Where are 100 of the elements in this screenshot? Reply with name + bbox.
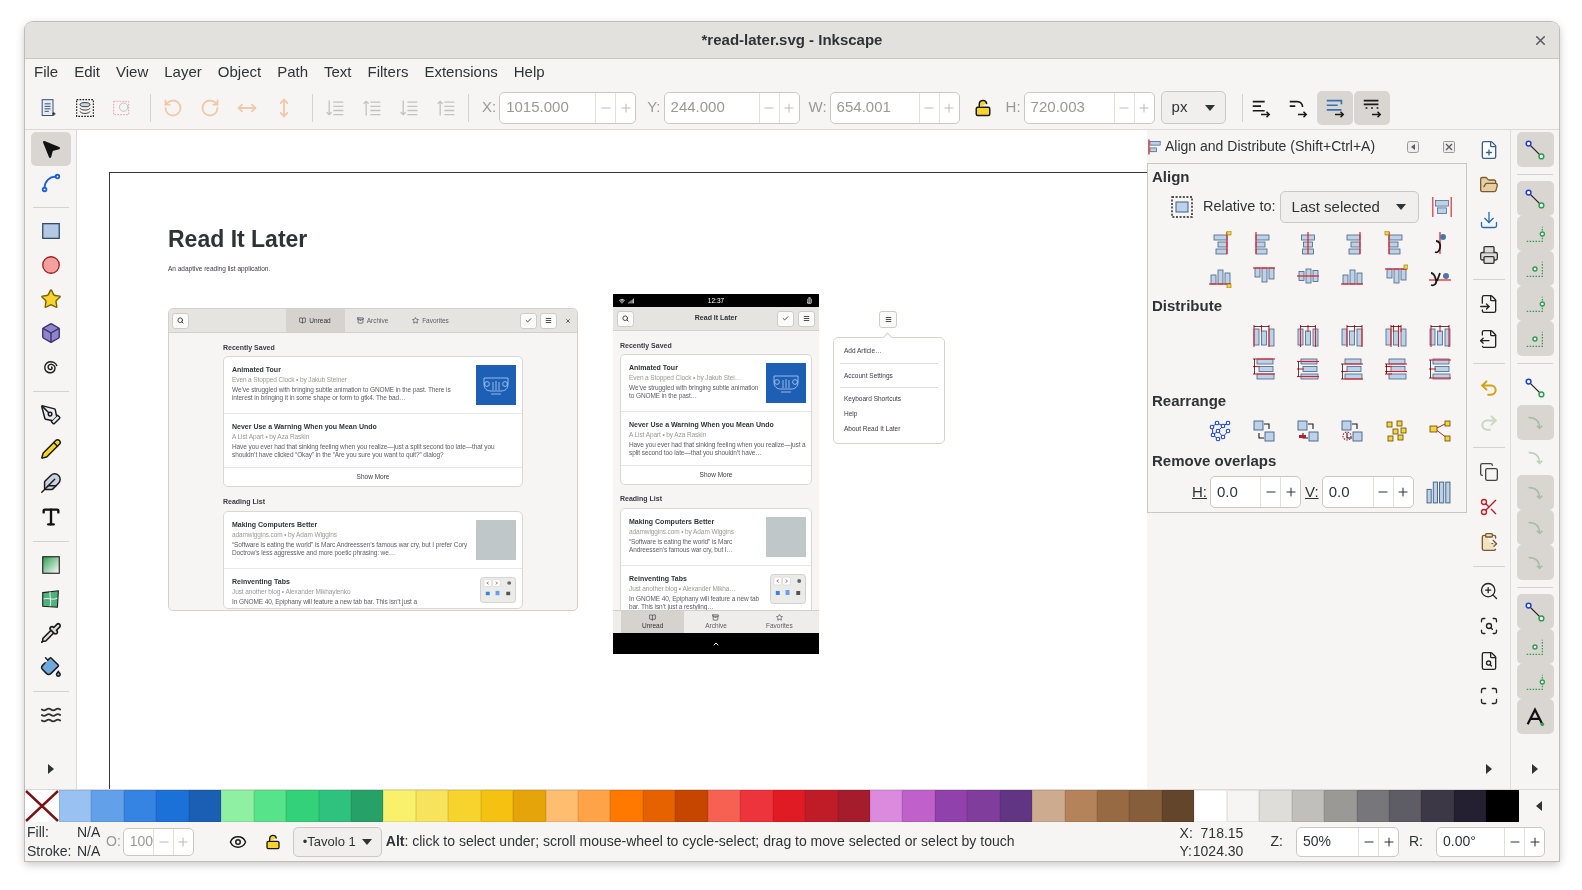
clipboard-icon[interactable] [1479,531,1499,552]
swatch-icon[interactable] [902,790,935,822]
swatch-icon[interactable] [156,790,189,822]
menu-item[interactable]: File [26,61,67,84]
scattered-squares-icon[interactable] [1384,418,1408,443]
toggle-button[interactable] [1316,90,1353,125]
layer-dropdown[interactable]: •Tavolo 1 [292,826,382,857]
node-graph-icon[interactable] [1208,418,1232,443]
distribute-icon[interactable] [1428,323,1452,348]
swatch-icon[interactable] [383,790,416,822]
printer-icon[interactable] [1479,244,1499,265]
rectangle-icon[interactable] [39,220,62,242]
open-lock-icon[interactable] [264,833,281,850]
vertical-bars-icon[interactable] [1425,479,1451,505]
swatch-icon[interactable] [415,790,449,822]
swatch-icon[interactable] [91,790,124,822]
feather-icon[interactable] [39,472,62,494]
menu-item[interactable]: Edit [66,61,109,84]
swatch-icon[interactable] [1161,790,1195,822]
swap-squares-icon[interactable] [1296,418,1320,443]
swatch-icon[interactable] [999,790,1033,822]
swatch-icon[interactable] [707,790,741,822]
swatch-icon[interactable] [1097,790,1130,822]
swatch-icon[interactable] [1324,790,1357,822]
selection-box-icon[interactable] [1171,196,1193,218]
swatch-icon[interactable] [513,790,546,822]
circle-icon[interactable] [39,254,62,276]
swatch-icon[interactable] [610,790,643,822]
swatch-icon[interactable] [805,790,838,822]
swatch-icon[interactable] [1194,790,1227,822]
snap-toggle-button[interactable] [1516,594,1554,629]
open-lock-icon[interactable] [973,98,992,117]
swatch-icon[interactable] [253,790,287,822]
caret-right-icon[interactable] [1486,764,1492,774]
line-nodes-icon[interactable] [1524,376,1546,399]
plus-icon[interactable] [1283,485,1298,499]
swatch-icon[interactable] [642,790,676,822]
folder-icon[interactable] [1479,174,1499,195]
swatch-icon[interactable] [318,790,351,822]
download-icon[interactable] [1479,209,1499,230]
swatch-icon[interactable] [1486,790,1519,822]
menu-item[interactable]: View [108,61,157,84]
swap-squares-icon[interactable] [1340,418,1364,443]
align-group-icon[interactable] [1430,195,1453,219]
number-field[interactable]: 0.0 [1321,476,1414,508]
swatch-icon[interactable] [545,790,578,822]
swatch-icon[interactable] [740,790,773,822]
menu-item[interactable]: Object [209,61,270,84]
rotation-field[interactable]: 0.00° [1436,826,1545,857]
unit-dropdown[interactable]: px [1160,91,1226,124]
snap-toggle-button[interactable] [1516,181,1554,216]
distribute-icon[interactable] [1252,323,1276,348]
caret-right-icon[interactable] [1532,764,1538,774]
line-nodes-icon[interactable] [1524,138,1546,161]
menu-item[interactable]: Filters [359,61,417,84]
zoom-in-icon[interactable] [1479,580,1499,601]
no-paint-swatch-icon[interactable] [25,790,59,822]
swatch-icon[interactable] [221,790,254,822]
swatch-icon[interactable] [1064,790,1097,822]
snap-toggle-button[interactable] [1516,699,1554,734]
collapse-icon[interactable] [1407,140,1419,153]
copy-icon[interactable] [1479,461,1499,482]
swatch-icon[interactable] [934,790,968,822]
toggle-button[interactable] [1353,90,1390,125]
select-all-layers-icon[interactable] [74,97,95,118]
caret-left-icon[interactable] [1536,801,1542,811]
cube-icon[interactable] [39,322,62,344]
scan-search-icon[interactable] [1479,615,1499,636]
pencil-icon[interactable] [39,438,62,460]
caret-icon[interactable] [1395,204,1406,210]
relative-to-dropdown[interactable]: Last selected [1279,191,1419,223]
linked-squares-icon[interactable] [1428,418,1452,443]
new-file-icon[interactable] [1479,139,1499,160]
distribute-icon[interactable] [1340,356,1364,381]
menu-item[interactable]: Help [505,61,553,84]
paint-bucket-icon[interactable] [39,656,62,678]
number-field[interactable]: 0.0 [1210,476,1301,508]
plus-icon[interactable] [1527,834,1542,849]
menu-item[interactable]: Text [316,61,360,84]
distribute-icon[interactable] [1252,356,1276,381]
menu-item[interactable]: Path [269,61,317,84]
snap-toggle-button[interactable] [1516,132,1554,167]
file-import-icon[interactable] [1479,293,1499,314]
caret-icon[interactable] [1204,104,1215,111]
distribute-icon[interactable] [1296,323,1320,348]
swatch-icon[interactable] [578,790,611,822]
distribute-icon[interactable] [1428,356,1452,381]
swatch-icon[interactable] [1226,790,1260,822]
caret-icon[interactable] [361,838,372,845]
swatch-icon[interactable] [286,790,319,822]
swap-squares-icon[interactable] [1252,418,1276,443]
swatch-icon[interactable] [772,790,806,822]
swatch-icon[interactable] [1129,790,1162,822]
swatch-icon[interactable] [1291,790,1325,822]
swatch-icon[interactable] [1356,790,1389,822]
mesh-icon[interactable] [39,588,62,610]
undo-icon[interactable] [1479,377,1499,398]
swatch-icon[interactable] [448,790,481,822]
swatch-icon[interactable] [1421,790,1454,822]
menu-item[interactable]: Extensions [416,61,506,84]
